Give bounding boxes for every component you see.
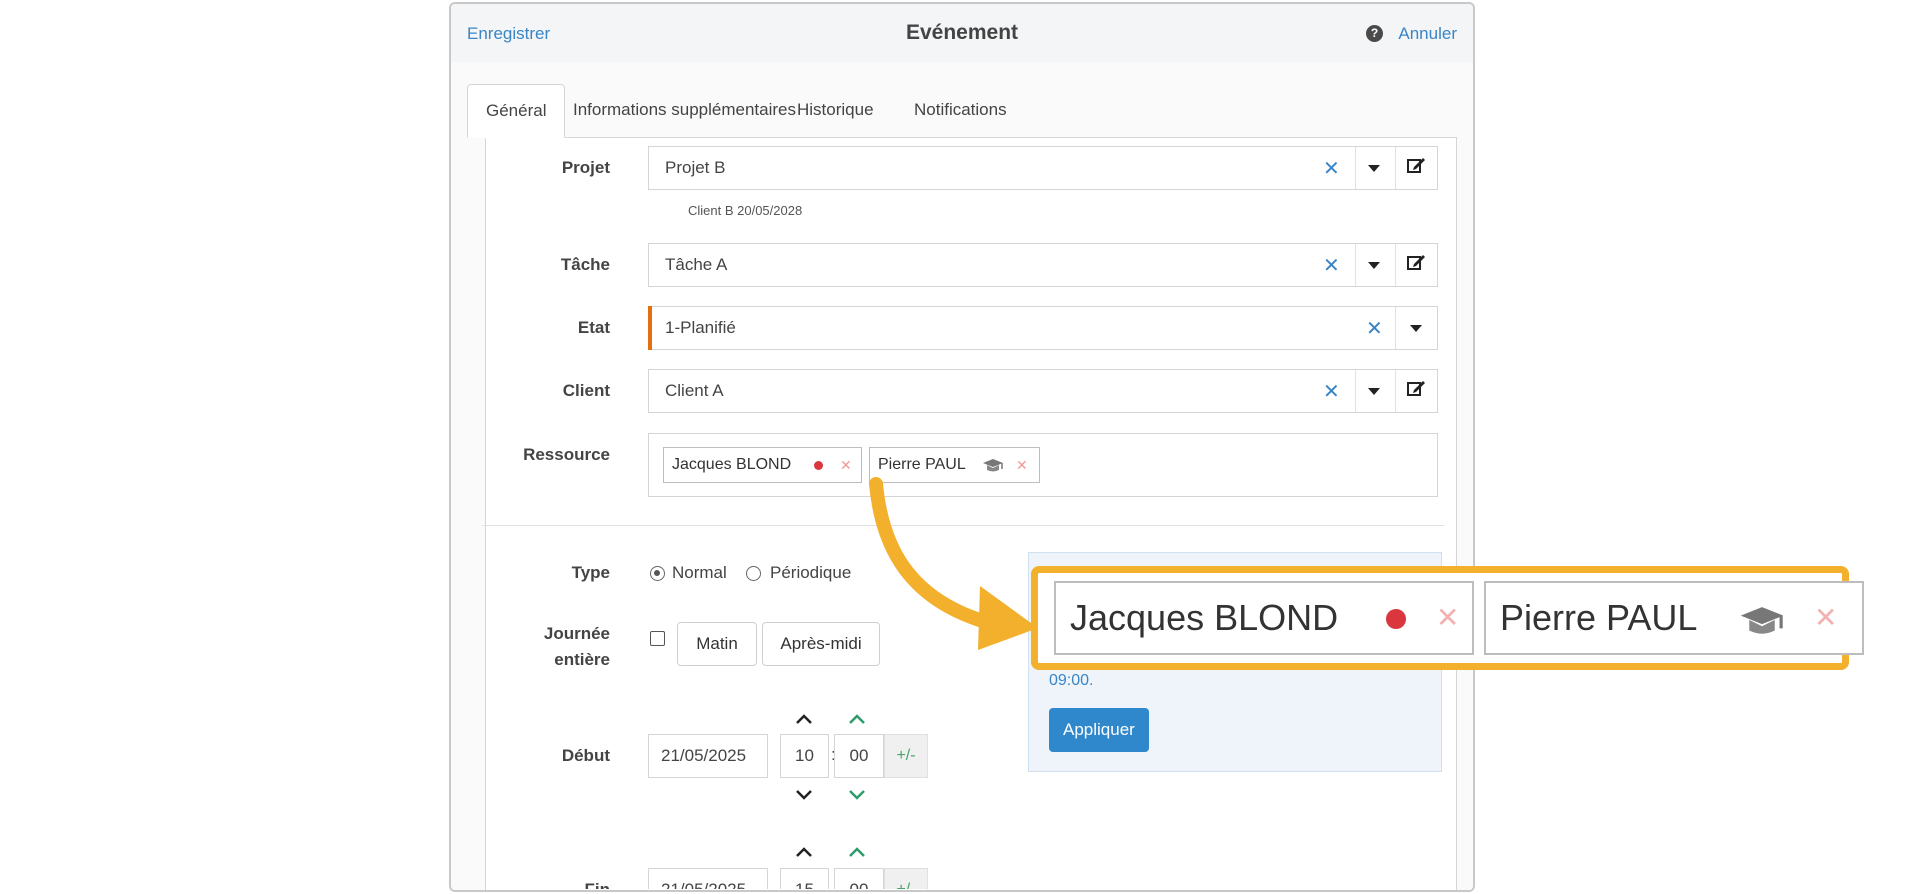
etat-select[interactable]: 1-Planifié ✕ bbox=[648, 306, 1438, 350]
type-normal-label: Normal bbox=[672, 563, 727, 582]
zoom-callout: Jacques BLOND ✕ Pierre PAUL ✕ bbox=[1031, 566, 1864, 670]
remove-tag-icon: ✕ bbox=[1436, 602, 1460, 633]
projet-clear-icon[interactable]: ✕ bbox=[1323, 156, 1340, 181]
debut-label: Début bbox=[561, 746, 610, 765]
etat-label: Etat bbox=[577, 318, 610, 337]
client-clear-icon[interactable]: ✕ bbox=[1323, 379, 1340, 404]
red-dot-icon bbox=[814, 461, 823, 470]
debut-hour-down-icon[interactable] bbox=[795, 788, 813, 800]
ressource-label: Ressource bbox=[523, 445, 610, 464]
tab-historique[interactable]: Historique bbox=[797, 84, 874, 138]
matin-button[interactable]: Matin bbox=[677, 622, 757, 666]
ressource-tag-name: Pierre PAUL bbox=[878, 456, 966, 473]
debut-hour-up-icon[interactable] bbox=[795, 713, 813, 725]
client-separator bbox=[1355, 370, 1356, 412]
client-select[interactable]: Client A ✕ bbox=[648, 369, 1438, 413]
callout-arrow bbox=[869, 477, 1038, 650]
debut-minute-up-icon[interactable] bbox=[848, 713, 866, 725]
cancel-button[interactable]: Annuler bbox=[1398, 24, 1457, 44]
tab-general[interactable]: Général bbox=[467, 84, 566, 138]
client-dropdown-icon[interactable] bbox=[1368, 388, 1380, 395]
projet-separator bbox=[1395, 147, 1396, 189]
debut-minute-down-icon[interactable] bbox=[848, 788, 866, 800]
tab-notifications[interactable]: Notifications bbox=[914, 84, 1007, 138]
type-normal-radio[interactable] bbox=[650, 566, 665, 581]
client-separator bbox=[1395, 370, 1396, 412]
fin-label: Fin bbox=[460, 880, 611, 889]
projet-subtext: Client B 20/05/2028 bbox=[688, 203, 803, 218]
zoom-tag: Pierre PAUL ✕ bbox=[1484, 581, 1864, 655]
ressource-tag-name: Jacques BLOND bbox=[672, 456, 792, 473]
tache-separator bbox=[1395, 244, 1396, 286]
etat-clear-icon[interactable]: ✕ bbox=[1366, 316, 1383, 341]
tache-select[interactable]: Tâche A ✕ bbox=[648, 243, 1438, 287]
graduation-cap-icon bbox=[983, 459, 1003, 472]
journee-label-line2: entière bbox=[554, 650, 610, 669]
fin-adjust-button[interactable]: +/- bbox=[884, 868, 928, 889]
projet-dropdown-icon[interactable] bbox=[1368, 165, 1380, 172]
etat-dropdown-icon[interactable] bbox=[1410, 325, 1422, 332]
tab-bar: Général Informations supplémentaires His… bbox=[467, 84, 1457, 138]
debut-hour-input[interactable]: 10 bbox=[780, 734, 829, 778]
projet-separator bbox=[1355, 147, 1356, 189]
tache-value: Tâche A bbox=[665, 255, 728, 274]
fin-minute-input[interactable]: 00 bbox=[834, 868, 884, 889]
journee-label-line1: Journée bbox=[543, 624, 610, 643]
type-label: Type bbox=[571, 563, 610, 582]
client-label: Client bbox=[562, 381, 610, 400]
dialog-title: Evénement bbox=[905, 21, 1019, 44]
zoom-tag-name: Jacques BLOND bbox=[1070, 597, 1339, 638]
tab-informations-supplementaires[interactable]: Informations supplémentaires bbox=[573, 84, 796, 138]
fin-date-input[interactable]: 21/05/2025 bbox=[648, 868, 768, 889]
remove-tag-icon: ✕ bbox=[1814, 602, 1838, 633]
debut-adjust-button[interactable]: +/- bbox=[884, 734, 928, 778]
zoom-tag-name: Pierre PAUL bbox=[1500, 597, 1698, 638]
tache-label: Tâche bbox=[560, 255, 610, 274]
graduation-cap-icon bbox=[1740, 607, 1784, 634]
dialog-header: Enregistrer Evénement ? Annuler bbox=[451, 4, 1473, 62]
tache-dropdown-icon[interactable] bbox=[1368, 262, 1380, 269]
client-edit-icon[interactable] bbox=[1406, 378, 1426, 398]
fin-row-clip: Fin 21/05/2025 15 00 +/- bbox=[449, 868, 1475, 889]
apply-button[interactable]: Appliquer bbox=[1049, 708, 1149, 752]
ressource-tag[interactable]: Jacques BLOND ✕ bbox=[663, 447, 862, 483]
client-value: Client A bbox=[665, 381, 724, 400]
remove-tag-icon[interactable]: ✕ bbox=[1016, 448, 1028, 482]
debut-minute-input[interactable]: 00 bbox=[834, 734, 884, 778]
remove-tag-icon[interactable]: ✕ bbox=[840, 448, 852, 482]
fin-minute-up-icon[interactable] bbox=[848, 846, 866, 858]
tache-separator bbox=[1355, 244, 1356, 286]
help-icon[interactable]: ? bbox=[1366, 25, 1383, 42]
etat-value: 1-Planifié bbox=[665, 318, 736, 337]
projet-select[interactable]: Projet B ✕ bbox=[648, 146, 1438, 190]
projet-label: Projet bbox=[561, 158, 610, 177]
red-dot-icon bbox=[1386, 609, 1406, 629]
tache-edit-icon[interactable] bbox=[1406, 252, 1426, 272]
type-periodique-radio[interactable] bbox=[746, 566, 761, 581]
etat-color-bar bbox=[648, 306, 652, 350]
debut-date-input[interactable]: 21/05/2025 bbox=[648, 734, 768, 778]
tache-clear-icon[interactable]: ✕ bbox=[1323, 253, 1340, 278]
projet-value: Projet B bbox=[665, 158, 726, 177]
suggestion-text: 09:00. bbox=[1049, 672, 1094, 689]
zoom-tag: Jacques BLOND ✕ bbox=[1054, 581, 1474, 655]
etat-separator bbox=[1395, 307, 1396, 349]
type-periodique-label: Périodique bbox=[770, 563, 852, 582]
fin-hour-input[interactable]: 15 bbox=[780, 868, 829, 889]
fin-hour-up-icon[interactable] bbox=[795, 846, 813, 858]
projet-edit-icon[interactable] bbox=[1406, 155, 1426, 175]
journee-entiere-checkbox[interactable] bbox=[650, 631, 665, 646]
